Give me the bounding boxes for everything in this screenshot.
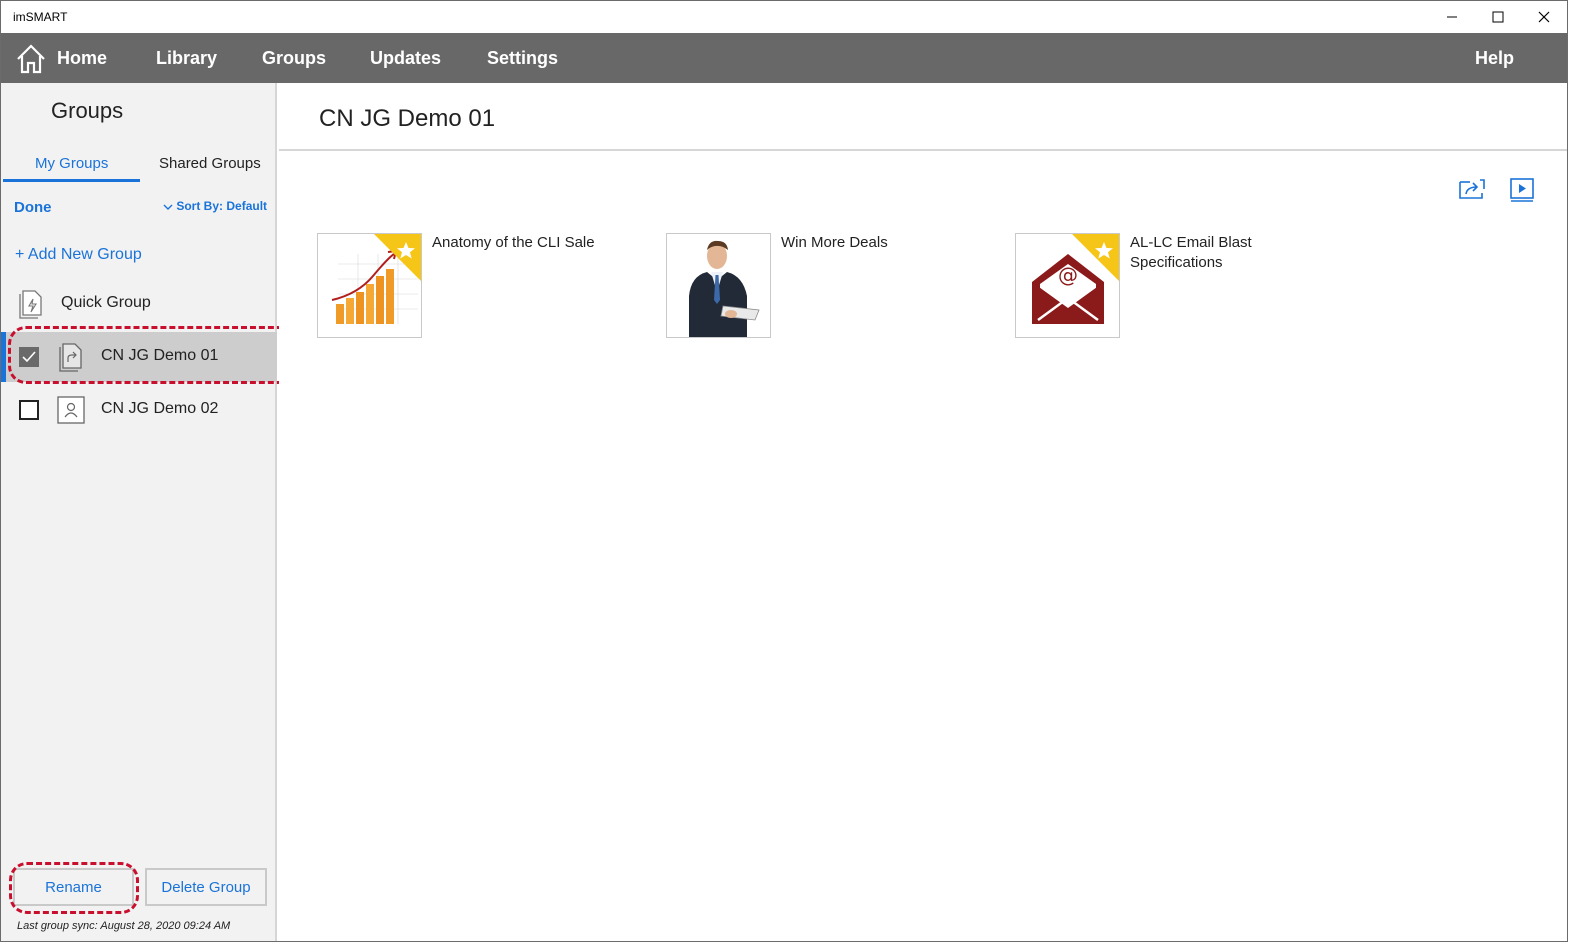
- shared-group-icon: [59, 343, 82, 372]
- tab-shared-groups[interactable]: Shared Groups: [159, 155, 261, 172]
- chart-image: [318, 234, 421, 337]
- delete-group-button[interactable]: Delete Group: [145, 868, 267, 906]
- checkmark-icon: [22, 351, 36, 363]
- maximize-icon: [1492, 11, 1504, 23]
- group-name: Quick Group: [61, 294, 151, 311]
- title-bar: imSMART: [1, 1, 1567, 33]
- group-item-cn-jg-demo-01[interactable]: CN JG Demo 01: [1, 332, 277, 382]
- businessman-image: [667, 234, 770, 337]
- email-envelope-icon: @: [1016, 234, 1119, 337]
- group-item-quick-group[interactable]: Quick Group: [1, 279, 277, 329]
- minimize-button[interactable]: [1429, 1, 1475, 33]
- sort-dropdown[interactable]: Sort By: Default: [163, 199, 267, 213]
- item-title: Anatomy of the CLI Sale: [432, 234, 595, 251]
- chart-thumbnail: [317, 233, 422, 338]
- quick-group-icon: [19, 290, 42, 319]
- minimize-icon: [1447, 16, 1457, 18]
- done-button[interactable]: Done: [14, 199, 52, 216]
- maximize-button[interactable]: [1475, 1, 1521, 33]
- page-title: CN JG Demo 01: [319, 105, 496, 132]
- nav-updates[interactable]: Updates: [370, 33, 441, 83]
- rename-button[interactable]: Rename: [13, 868, 134, 906]
- item-title: AL-LC Email Blast Specifications: [1130, 234, 1252, 271]
- nav-library[interactable]: Library: [156, 33, 217, 83]
- app-window: imSMART Home Library Groups Updates Sett…: [0, 0, 1568, 942]
- nav-settings[interactable]: Settings: [487, 33, 558, 83]
- close-button[interactable]: [1521, 1, 1567, 33]
- share-icon[interactable]: [1458, 176, 1486, 204]
- main-nav: Home Library Groups Updates Settings Hel…: [1, 33, 1567, 83]
- group-name: CN JG Demo 01: [101, 347, 219, 364]
- user-group-icon: [57, 396, 85, 424]
- nav-groups[interactable]: Groups: [262, 33, 326, 83]
- group-item-cn-jg-demo-02[interactable]: CN JG Demo 02: [1, 385, 277, 435]
- email-thumbnail: @: [1015, 233, 1120, 338]
- group-name: CN JG Demo 02: [101, 400, 219, 417]
- divider: [279, 149, 1567, 151]
- tab-my-groups[interactable]: My Groups: [35, 155, 108, 172]
- chevron-down-icon: [163, 204, 173, 210]
- last-sync-status: Last group sync: August 28, 2020 09:24 A…: [17, 920, 231, 932]
- sidebar-title: Groups: [51, 98, 124, 123]
- group-content-pane: CN JG Demo 01 Anatomy of the CLI Sale Wi…: [279, 83, 1567, 941]
- add-new-group-link[interactable]: + Add New Group: [15, 246, 142, 264]
- home-icon[interactable]: [15, 43, 47, 75]
- sort-value: Default: [226, 199, 268, 213]
- selection-indicator: [1, 332, 6, 382]
- play-icon[interactable]: [1508, 176, 1536, 204]
- sort-label: Sort By:: [176, 199, 224, 213]
- nav-home[interactable]: Home: [57, 33, 107, 83]
- item-title: Win More Deals: [781, 234, 888, 251]
- businessman-thumbnail: [666, 233, 771, 338]
- nav-help[interactable]: Help: [1475, 33, 1514, 83]
- close-icon: [1538, 11, 1550, 23]
- groups-sidebar: Groups My Groups Shared Groups Done Sort…: [1, 83, 277, 941]
- svg-text:@: @: [1058, 263, 1078, 287]
- group-checkbox[interactable]: [19, 400, 39, 420]
- group-checkbox[interactable]: [19, 347, 39, 367]
- app-title: imSMART: [13, 10, 68, 24]
- tab-active-indicator: [3, 179, 140, 182]
